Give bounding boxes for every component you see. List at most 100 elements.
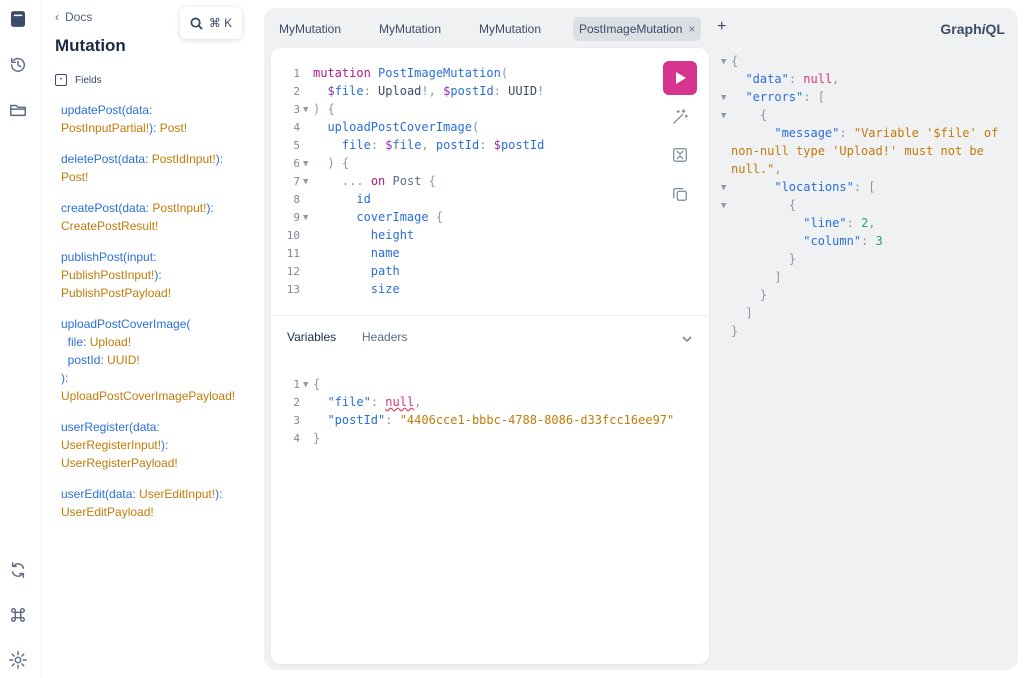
field-updatePost[interactable]: updatePost(data: PostInputPartial!): Post…: [61, 101, 187, 137]
fold-arrow-icon[interactable]: ▼: [303, 159, 308, 169]
code-line: mutation PostImageMutation(: [313, 66, 509, 80]
command-icon[interactable]: [8, 605, 28, 625]
fold-arrow-icon[interactable]: ▼: [303, 105, 308, 115]
field-name[interactable]: userEdit: [61, 487, 105, 501]
field-publishPost[interactable]: publishPost(input: PublishPostInput!): Pub…: [61, 248, 171, 302]
return-type[interactable]: Post!: [61, 170, 88, 184]
result-column-line: "column": 3: [803, 234, 883, 248]
page-title: Mutation: [55, 36, 126, 55]
line-number: 1: [293, 67, 300, 80]
code-line: size: [370, 282, 400, 296]
fold-arrow-icon[interactable]: ▼: [303, 177, 308, 187]
code-brace: ]: [731, 270, 782, 284]
result-locations-line: "locations": [: [774, 180, 876, 194]
return-type[interactable]: UserRegisterPayload!: [61, 456, 178, 470]
settings-icon[interactable]: [8, 650, 28, 670]
result-errors-line: "errors": [: [745, 90, 825, 104]
return-type[interactable]: CreatePostResult!: [61, 219, 158, 233]
sidebar-rail: [0, 0, 42, 678]
result-message-end: null.",: [731, 162, 782, 176]
docs-back-label: Docs: [65, 10, 93, 24]
arg-type[interactable]: PostIdInput!: [152, 152, 216, 166]
line-number: 3: [293, 103, 300, 116]
fold-arrow-icon[interactable]: ▼: [721, 111, 726, 121]
line-number: 7: [293, 175, 300, 188]
arg-name: postId: [67, 353, 101, 367]
line-number: 1: [293, 378, 300, 391]
return-type[interactable]: UserEditPayload!: [61, 505, 154, 519]
line-number: 8: [293, 193, 300, 206]
field-name[interactable]: uploadPostCoverImage: [61, 317, 186, 331]
line-number: 12: [286, 265, 300, 278]
copy-query-button[interactable]: [670, 184, 690, 204]
tab-postimagemutation[interactable]: PostImageMutation ×: [573, 17, 702, 41]
result-key: "column": [803, 234, 862, 248]
close-tab-icon[interactable]: ×: [688, 22, 695, 36]
field-uploadPostCoverImage[interactable]: uploadPostCoverImage( file: Upload! post…: [61, 315, 235, 405]
history-icon[interactable]: [8, 55, 28, 75]
tab-variables[interactable]: Variables: [287, 330, 336, 344]
field-userEdit[interactable]: userEdit(data: UserEditInput!): UserEditP…: [61, 485, 222, 521]
arg-type[interactable]: PostInput!: [152, 201, 206, 215]
arg-type[interactable]: PublishPostInput!: [61, 268, 154, 282]
field-name[interactable]: publishPost: [61, 250, 123, 264]
code-line: height: [370, 228, 415, 242]
return-type[interactable]: UploadPostCoverImagePayload!: [61, 389, 235, 403]
return-type[interactable]: PublishPostPayload!: [61, 286, 171, 300]
fields-header: • Fields: [55, 74, 102, 86]
prettify-button[interactable]: [670, 107, 690, 127]
fold-arrow-icon[interactable]: ▼: [721, 183, 726, 193]
arg-type[interactable]: PostInputPartial!: [61, 121, 149, 135]
field-name[interactable]: updatePost: [61, 103, 122, 117]
run-button[interactable]: [663, 61, 697, 95]
result-key: "message": [774, 126, 840, 140]
chevron-down-icon[interactable]: [681, 332, 693, 350]
query-editor[interactable]: 1 2 3 4 5 6 7 8 9 10 11 12 13 ▼ ▼ ▼ ▼ mu…: [271, 48, 709, 664]
add-tab-button[interactable]: +: [717, 18, 726, 36]
field-createPost[interactable]: createPost(data: PostInput!): CreatePostR…: [61, 199, 214, 235]
arg-type[interactable]: UUID!: [107, 353, 140, 367]
code-line: ) {: [327, 156, 350, 170]
code-brace: {: [313, 377, 321, 391]
chevron-left-icon: ‹: [55, 10, 59, 24]
docs-search-button[interactable]: ⌘ K: [180, 7, 242, 39]
arg-type[interactable]: UserEditInput!: [139, 487, 215, 501]
tab-mymutation-2[interactable]: MyMutation: [373, 17, 447, 41]
code-brace: }: [313, 431, 321, 445]
tab-headers[interactable]: Headers: [362, 330, 407, 344]
arg-type[interactable]: UserRegisterInput!: [61, 438, 161, 452]
variable-file-line: "file": null,: [327, 395, 422, 409]
result-key: "errors": [745, 90, 804, 104]
arg-name: data: [125, 103, 150, 117]
line-number: 2: [293, 85, 300, 98]
fold-arrow-icon[interactable]: ▼: [721, 57, 726, 67]
result-value: "Variable '$file' of: [853, 126, 999, 140]
field-name[interactable]: createPost: [61, 201, 118, 215]
fold-arrow-icon[interactable]: ▼: [721, 93, 726, 103]
tab-label: MyMutation: [379, 22, 442, 36]
tab-label: MyMutation: [479, 22, 542, 36]
copy-icon: [673, 187, 687, 201]
field-name[interactable]: userRegister: [61, 420, 129, 434]
docs-back-link[interactable]: ‹ Docs: [55, 10, 92, 24]
result-value: non-null type 'Upload!' must not be: [731, 144, 984, 158]
merge-icon: [673, 148, 687, 162]
tab-mymutation-3[interactable]: MyMutation: [473, 17, 547, 41]
fold-arrow-icon[interactable]: ▼: [721, 201, 726, 211]
merge-fragments-button[interactable]: [670, 145, 690, 165]
arg-type[interactable]: Upload!: [90, 335, 131, 349]
arg-name: data: [122, 201, 146, 215]
field-userRegister[interactable]: userRegister(data: UserRegisterInput!): Us…: [61, 418, 178, 472]
docs-icon[interactable]: [8, 9, 28, 29]
main-area: MyMutation MyMutation MyMutation PostIma…: [264, 8, 1018, 670]
tab-mymutation-1[interactable]: MyMutation: [273, 17, 347, 41]
refresh-icon[interactable]: [8, 560, 28, 580]
field-name[interactable]: deletePost: [61, 152, 118, 166]
field-deletePost[interactable]: deletePost(data: PostIdInput!): Post!: [61, 150, 223, 186]
fold-arrow-icon[interactable]: ▼: [303, 213, 308, 223]
line-number: 2: [293, 396, 300, 409]
result-value: null: [803, 72, 833, 86]
fold-arrow-icon[interactable]: ▼: [303, 380, 308, 390]
folder-icon[interactable]: [8, 100, 28, 120]
return-type[interactable]: Post!: [160, 121, 187, 135]
